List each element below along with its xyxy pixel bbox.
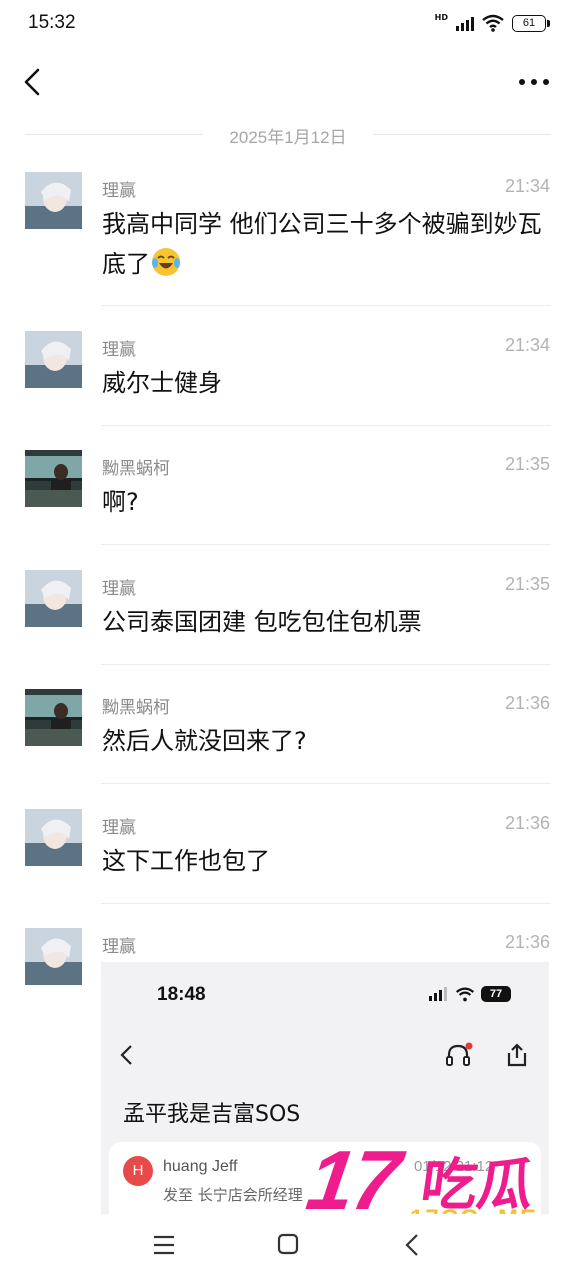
date-divider: 2025年1月12日: [25, 122, 551, 148]
avatar[interactable]: [25, 809, 82, 866]
headphone-icon: [446, 1042, 473, 1066]
signal-icon: [456, 15, 474, 31]
message-text: 威尔士健身: [102, 369, 222, 397]
share-icon: [507, 1043, 527, 1067]
sender-name: 理赢: [102, 579, 136, 599]
chevron-left-icon[interactable]: [16, 62, 56, 102]
wifi-icon: [482, 14, 504, 32]
battery-icon: 77: [481, 986, 511, 1002]
wifi-icon: [455, 987, 475, 1001]
message-time: 21:36: [504, 693, 550, 713]
sender-name: 黝黑蜗柯: [102, 698, 170, 718]
embedded-avatar: H: [123, 1156, 153, 1186]
message-text: 这下工作也包了: [102, 847, 270, 875]
message-time: 21:34: [504, 335, 550, 355]
avatar[interactable]: [25, 331, 82, 388]
avatar[interactable]: [25, 450, 82, 507]
system-nav-bar: [0, 1214, 576, 1280]
more-dots-icon[interactable]: [514, 62, 554, 102]
chevron-left-icon: [120, 1045, 132, 1065]
date-label: 2025年1月12日: [229, 128, 347, 147]
status-time: 15:32: [28, 12, 76, 33]
signal-icon: [429, 987, 447, 1001]
sender-name: 理赢: [102, 181, 136, 201]
home-square-icon[interactable]: [276, 1232, 300, 1256]
hd-label: HD: [434, 12, 448, 22]
laughing-crying-emoji-icon: [152, 248, 180, 276]
back-arrow-icon[interactable]: [402, 1232, 422, 1258]
embedded-status-icons: 77: [429, 986, 511, 1002]
avatar[interactable]: [25, 172, 82, 229]
message-time: 21:36: [504, 932, 550, 952]
sender-name: 理赢: [102, 340, 136, 360]
message-time: 21:35: [504, 454, 550, 474]
avatar[interactable]: [25, 570, 82, 627]
avatar[interactable]: [25, 928, 82, 985]
recents-menu-icon[interactable]: [152, 1234, 176, 1256]
message-text: 然后人就没回来了?: [102, 727, 307, 755]
message-time: 21:34: [504, 176, 550, 196]
message-text: 公司泰国团建 包吃包住包机票: [102, 608, 422, 636]
sender-name: 黝黑蜗柯: [102, 459, 170, 479]
avatar[interactable]: [25, 689, 82, 746]
message-text: 我高中同学 他们公司三十多个被骗到妙瓦底了: [102, 204, 552, 284]
embedded-status-time: 18:48: [157, 984, 206, 1005]
status-bar: 15:32 HD 61: [0, 0, 576, 48]
embedded-title: 孟平我是吉富SOS: [123, 1102, 301, 1127]
sender-name: 理赢: [102, 937, 136, 957]
status-icons: HD 61: [434, 12, 550, 32]
message-text: 啊?: [102, 488, 139, 516]
battery-icon: 61: [512, 14, 550, 32]
chat-header: [0, 50, 576, 114]
sender-name: 理赢: [102, 818, 136, 838]
embedded-sender: huang Jeff: [163, 1158, 238, 1175]
message-time: 21:35: [504, 574, 550, 594]
message-time: 21:36: [504, 813, 550, 833]
embedded-recipient: 发至 长宁店会所经理: [163, 1186, 303, 1204]
